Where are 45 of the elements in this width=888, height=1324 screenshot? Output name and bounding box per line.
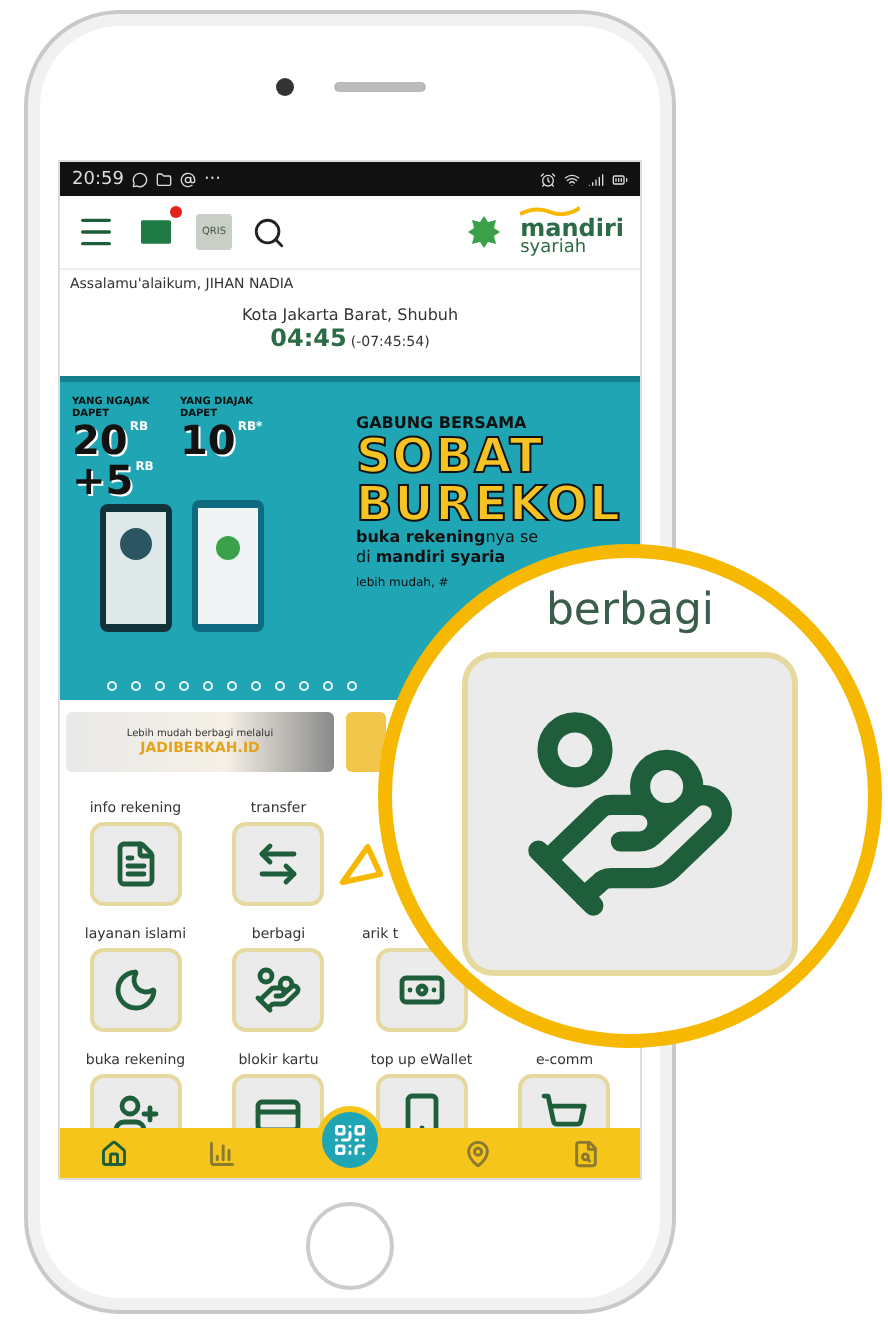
invitee-amount: 10 — [180, 420, 236, 460]
inviter-amount: 20 — [72, 420, 128, 460]
cart-icon — [540, 1092, 589, 1128]
map-pin-icon — [464, 1139, 492, 1167]
signal-icon — [588, 171, 604, 187]
moon-icon — [111, 966, 160, 1014]
menu-tile[interactable] — [232, 948, 325, 1032]
star-badge-icon — [468, 216, 501, 248]
status-time: 20:59 — [72, 169, 124, 189]
banner-text: di mandiri syaria — [356, 547, 508, 567]
banner-text: buka rekeningnya se — [356, 528, 541, 548]
banner-kicker: GABUNG BERSAMA — [356, 414, 529, 432]
callout-label: berbagi — [545, 586, 715, 636]
nav-button[interactable] — [464, 1139, 492, 1167]
menu-tile[interactable] — [89, 822, 182, 906]
prayer-location: Kota Jakarta Barat, Shubuh — [241, 306, 459, 324]
alarm-icon — [540, 171, 556, 187]
search-icon[interactable] — [252, 215, 286, 249]
chart-icon — [208, 1139, 236, 1167]
folder-icon — [155, 171, 172, 187]
chat-icon — [131, 171, 148, 187]
inviter-bonus: +5 — [72, 460, 134, 500]
logo-subtext: syariah — [520, 240, 587, 258]
at-icon — [179, 171, 196, 187]
speaker-icon — [333, 82, 425, 92]
more-notifications: ··· — [203, 169, 222, 189]
document-search-icon — [572, 1139, 600, 1167]
menu-tile[interactable] — [89, 948, 182, 1032]
nav-button[interactable] — [572, 1139, 600, 1167]
hand-coins-icon — [254, 966, 303, 1014]
qr-icon — [332, 1121, 368, 1157]
user-plus-icon — [111, 1092, 160, 1128]
wifi-icon — [564, 171, 580, 187]
nav-button[interactable] — [100, 1139, 128, 1167]
banner-title: BUREKOL — [356, 480, 624, 528]
camera-icon — [275, 78, 293, 96]
home-icon — [100, 1139, 128, 1167]
menu-tile[interactable] — [375, 948, 468, 1032]
logo-text: mandiri — [520, 216, 624, 240]
prayer-time: 04:45 — [270, 324, 347, 352]
menu-tile[interactable] — [232, 822, 325, 906]
banner-title: SOBAT — [356, 432, 547, 480]
nav-button[interactable] — [208, 1139, 236, 1167]
wave-logo-icon — [520, 206, 581, 216]
battery-icon — [612, 171, 628, 187]
